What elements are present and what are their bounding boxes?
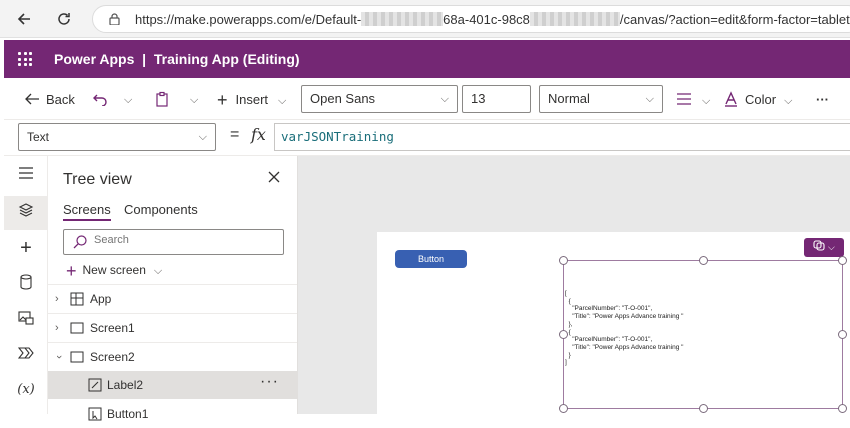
align-button[interactable]: ⌵ <box>676 88 710 112</box>
label-edit-icon <box>88 378 102 392</box>
variables-icon[interactable]: (x) <box>16 380 36 400</box>
clipboard-icon <box>156 91 168 107</box>
paste-button[interactable] <box>154 88 170 112</box>
more-options-button[interactable]: ··· <box>816 88 829 112</box>
formula-bar: Text ⌵ = fx varJSONTraining <box>4 120 850 156</box>
insert-button[interactable]: + Insert ⌵ <box>217 88 286 112</box>
reload-icon[interactable] <box>52 7 76 31</box>
hamburger-menu-icon[interactable] <box>16 166 36 186</box>
app-button[interactable]: Button <box>395 250 467 268</box>
resize-handle[interactable] <box>559 404 568 413</box>
command-toolbar: Back ⌵ ⌵ + Insert ⌵ Open Sans ⌵ 13 Normal ⌵ … <box>4 80 850 120</box>
undo-dropdown-chevron-icon[interactable]: ⌵ <box>124 88 132 112</box>
search-icon <box>73 235 87 249</box>
button-icon <box>88 407 102 421</box>
plus-icon: + <box>66 261 77 281</box>
url-text: https://make.powerapps.com/e/Default- 68a… <box>135 12 850 27</box>
resize-handle[interactable] <box>699 404 708 413</box>
undo-button[interactable] <box>92 88 108 112</box>
font-size-input[interactable]: 13 <box>462 85 531 113</box>
address-bar[interactable]: https://make.powerapps.com/e/Default- 68a… <box>92 5 850 33</box>
back-icon <box>25 93 39 105</box>
copilot-button[interactable]: ⌵ <box>804 238 844 257</box>
paste-dropdown-chevron-icon[interactable]: ⌵ <box>190 88 198 112</box>
json-label-text: [ { "ParcelNumber": "T-O-001", "Title": … <box>565 290 684 367</box>
more-options-icon[interactable]: ··· <box>260 368 279 396</box>
layers-icon[interactable] <box>16 202 36 222</box>
resize-handle[interactable] <box>699 256 708 265</box>
search-box[interactable] <box>63 229 284 255</box>
tab-components[interactable]: Components <box>124 202 198 217</box>
data-cylinder-icon[interactable] <box>16 274 36 294</box>
close-icon[interactable] <box>267 168 281 189</box>
left-rail: + (x) <box>4 156 48 414</box>
resize-handle[interactable] <box>838 256 847 265</box>
align-icon <box>677 93 691 105</box>
app-header: Power Apps | Training App (Editing) <box>4 40 850 78</box>
copilot-icon <box>813 240 825 251</box>
search-input[interactable] <box>94 234 274 246</box>
font-weight-dropdown[interactable]: Normal ⌵ <box>539 85 663 113</box>
new-screen-button[interactable]: + New screen ⌵ <box>66 261 162 282</box>
tree-view-title: Tree view <box>63 171 132 188</box>
browser-toolbar: https://make.powerapps.com/e/Default- 68a… <box>0 0 850 38</box>
screen-icon <box>70 322 84 334</box>
tree-item-label2[interactable]: Label2 ··· <box>48 371 297 399</box>
back-button[interactable]: Back <box>24 88 75 112</box>
tree-item-app[interactable]: › App <box>48 285 297 313</box>
tree-view-panel: Tree view Screens Components +New screen… <box>48 156 298 421</box>
chevron-down-icon: ⌵ <box>440 93 449 105</box>
back-arrow-icon[interactable] <box>12 7 36 31</box>
plus-icon: + <box>217 90 228 110</box>
chevron-right-icon: › <box>55 293 59 305</box>
resize-handle[interactable] <box>559 256 568 265</box>
equals-sign: = <box>230 126 240 143</box>
tab-screens[interactable]: Screens <box>63 202 111 221</box>
chevron-down-icon: ⌵ <box>645 93 654 105</box>
formula-input[interactable]: varJSONTraining <box>274 123 850 151</box>
tree-item-screen2[interactable]: › Screen2 <box>48 343 297 371</box>
undo-icon <box>93 94 107 107</box>
property-dropdown[interactable]: Text ⌵ <box>18 123 216 151</box>
resize-handle[interactable] <box>838 404 847 413</box>
fx-icon[interactable]: fx <box>251 125 266 144</box>
media-icon[interactable] <box>16 310 36 330</box>
chevron-down-icon: ⌵ <box>198 131 207 143</box>
tree-item-screen1[interactable]: › Screen1 <box>48 314 297 342</box>
chevron-right-icon: › <box>55 322 59 334</box>
app-title: Power Apps | Training App (Editing) <box>54 51 300 67</box>
lock-icon <box>109 13 120 25</box>
chevron-down-icon: › <box>52 355 65 359</box>
font-family-dropdown[interactable]: Open Sans ⌵ <box>301 85 458 113</box>
screen-icon <box>70 351 84 363</box>
text-color-icon <box>725 91 737 107</box>
resize-handle[interactable] <box>838 330 847 339</box>
insert-plus-icon[interactable]: + <box>16 238 36 258</box>
color-button[interactable]: Color ⌵ <box>723 88 792 112</box>
power-automate-icon[interactable] <box>16 346 36 366</box>
app-launcher-icon[interactable] <box>18 52 32 66</box>
tree-item-button1[interactable]: Button1 <box>48 400 297 428</box>
app-icon <box>70 292 84 306</box>
